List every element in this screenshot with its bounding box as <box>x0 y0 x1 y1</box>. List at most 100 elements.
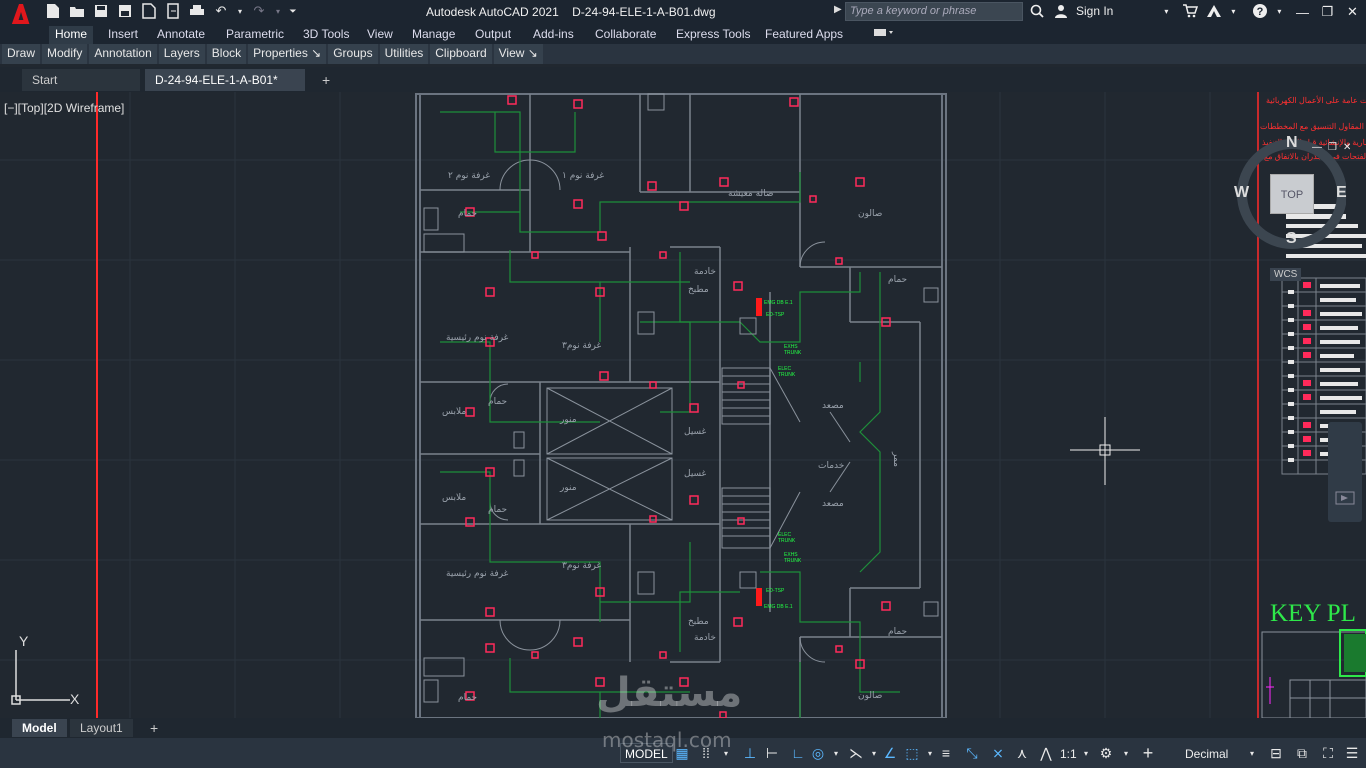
tab-manage[interactable]: Manage <box>406 26 461 44</box>
navigation-bar[interactable] <box>1328 422 1362 522</box>
annotation-scale-icon[interactable]: ⋀ <box>1036 743 1056 763</box>
panel-clipboard[interactable]: Clipboard <box>430 44 492 64</box>
undo-icon[interactable]: ↶ <box>212 2 230 20</box>
search-icon[interactable] <box>1028 2 1046 20</box>
label-living-room: صالة معيشة <box>728 189 774 199</box>
viewcube-top-face[interactable]: TOP <box>1270 174 1314 214</box>
scale-dropdown-icon[interactable]: ▾ <box>1076 743 1096 763</box>
label-master-bedroom-top: غرفة نوم رئيسية <box>446 333 509 343</box>
units-dropdown-icon[interactable]: ▾ <box>1242 743 1262 763</box>
tab-add-ins[interactable]: Add-ins <box>527 26 580 44</box>
close-icon[interactable]: ✕ <box>1340 0 1365 24</box>
panel-view[interactable]: View ↘ <box>493 44 543 64</box>
autodesk-app-icon[interactable] <box>1205 2 1223 20</box>
annotation-monitor-icon[interactable]: + <box>1138 743 1158 763</box>
workspace-dropdown-icon[interactable]: ▾ <box>1116 743 1136 763</box>
save-icon[interactable] <box>92 2 110 20</box>
polar-tracking-icon[interactable]: ◎ <box>808 743 828 763</box>
customize-qat-icon[interactable]: ⏷ <box>288 2 298 20</box>
save-web-icon[interactable] <box>164 2 182 20</box>
ribbon-minimize-icon[interactable] <box>866 26 902 44</box>
panel-utilities[interactable]: Utilities <box>379 44 429 64</box>
lineweight-icon[interactable]: ≡ <box>936 743 956 763</box>
viewcube-south[interactable]: S <box>1286 230 1297 248</box>
viewcube[interactable]: N W E S TOP WCS — ❐ ✕ <box>1226 134 1351 289</box>
ortho-icon[interactable]: ∟ <box>788 743 808 763</box>
layout-tab-model[interactable]: Model <box>12 719 67 737</box>
redo-dropdown-icon[interactable]: ▾ <box>274 2 282 20</box>
search-expand-icon[interactable]: ▶ <box>834 4 842 15</box>
viewcube-west[interactable]: W <box>1234 184 1249 202</box>
panel-annotation[interactable]: Annotation <box>89 44 157 64</box>
tab-parametric[interactable]: Parametric <box>220 26 290 44</box>
viewport-controls[interactable]: [−][Top][2D Wireframe] <box>4 101 124 115</box>
units-value[interactable]: Decimal <box>1185 747 1228 761</box>
tab-output[interactable]: Output <box>469 26 517 44</box>
new-tab-icon[interactable]: + <box>312 69 340 91</box>
doc-tab-start[interactable]: Start <box>22 69 140 91</box>
open-web-icon[interactable] <box>140 2 158 20</box>
general-notes-line-2: يجب على المقاول التنسيق مع المخططات <box>1260 122 1366 131</box>
label-shaft-bottom: منور <box>559 483 577 493</box>
graphics-performance-icon[interactable]: ⧉ <box>1292 743 1312 763</box>
annotation-visibility-icon[interactable]: ⨯ <box>988 743 1008 763</box>
doc-tab-drawing[interactable]: D-24-94-ELE-1-A-B01* ✕ <box>145 69 305 109</box>
user-icon[interactable] <box>1052 2 1070 20</box>
plot-icon[interactable] <box>188 2 206 20</box>
restore-icon[interactable]: ❐ <box>1315 0 1340 24</box>
sign-in-link[interactable]: Sign In <box>1076 4 1113 18</box>
customization-icon[interactable]: ☰ <box>1342 743 1362 763</box>
tab-annotate[interactable]: Annotate <box>151 26 211 44</box>
help-icon[interactable]: ? <box>1251 2 1269 20</box>
auto-scale-icon[interactable]: ⋏ <box>1012 743 1032 763</box>
panel-properties[interactable]: Properties ↘ <box>248 44 327 64</box>
tab-home[interactable]: Home <box>49 26 94 44</box>
tab-collaborate[interactable]: Collaborate <box>589 26 662 44</box>
tab-view[interactable]: View <box>361 26 399 44</box>
clean-screen-icon[interactable]: ⛶ <box>1318 743 1338 763</box>
workspace-gear-icon[interactable]: ⚙ <box>1096 743 1116 763</box>
panel-groups[interactable]: Groups <box>328 44 378 64</box>
tab-express-tools[interactable]: Express Tools <box>670 26 756 44</box>
save-as-icon[interactable] <box>116 2 134 20</box>
undo-dropdown-icon[interactable]: ▾ <box>236 2 244 20</box>
new-layout-icon[interactable]: + <box>140 719 168 737</box>
polar-dropdown-icon[interactable]: ▾ <box>826 743 846 763</box>
sign-in-dropdown-icon[interactable]: ▾ <box>1157 2 1175 20</box>
tab-insert[interactable]: Insert <box>102 26 144 44</box>
apps-dropdown-icon[interactable]: ▾ <box>1229 2 1237 20</box>
object-snap-icon[interactable]: ⬚ <box>902 743 922 763</box>
cart-icon[interactable] <box>1181 2 1199 20</box>
viewcube-east[interactable]: E <box>1336 184 1347 202</box>
object-snap-tracking-icon[interactable]: ∠ <box>880 743 900 763</box>
minimize-icon[interactable]: — <box>1290 0 1315 24</box>
layout-tab-layout1[interactable]: Layout1 <box>70 719 133 737</box>
annotation-scale-value[interactable]: 1:1 <box>1060 747 1077 761</box>
selection-cycling-icon[interactable]: ⤡ <box>962 743 982 763</box>
viewport-close-icon[interactable]: ✕ <box>1343 142 1351 153</box>
search-input[interactable]: Type a keyword or phrase <box>845 2 1023 21</box>
wcs-dropdown[interactable]: WCS <box>1270 268 1302 281</box>
isodraft-icon[interactable]: ⋋ <box>846 743 866 763</box>
open-folder-icon[interactable] <box>68 2 86 20</box>
panel-block[interactable]: Block <box>206 44 247 64</box>
panel-layers[interactable]: Layers <box>158 44 205 64</box>
label-bath-5-top: حمام <box>488 397 507 407</box>
label-kitchen-top: مطبخ <box>688 285 709 295</box>
viewport-restore-icon[interactable]: ❐ <box>1328 142 1337 153</box>
watermark-arabic: مستقل <box>596 670 743 716</box>
panel-modify[interactable]: Modify <box>42 44 88 64</box>
quick-properties-icon[interactable]: ⊟ <box>1266 743 1286 763</box>
tab-3d-tools[interactable]: 3D Tools <box>297 26 355 44</box>
label-bedroom-3-top: غرفة نوم٣ <box>562 341 602 351</box>
panel-draw[interactable]: Draw <box>2 44 41 64</box>
help-dropdown-icon[interactable]: ▾ <box>1275 2 1283 20</box>
viewcube-north[interactable]: N <box>1286 134 1298 152</box>
tab-featured-apps[interactable]: Featured Apps <box>759 26 849 44</box>
key-plan-title: KEY PL <box>1270 600 1356 627</box>
drawing-canvas[interactable]: EMG DB E.1 ED-TSP EXHS TRUNK ELEC TRUNK … <box>0 92 1366 718</box>
viewport-minimize-icon[interactable]: — <box>1312 142 1322 153</box>
new-file-icon[interactable] <box>44 2 62 20</box>
svg-text:ED-TSP: ED-TSP <box>766 588 785 594</box>
redo-icon[interactable]: ↷ <box>250 2 268 20</box>
